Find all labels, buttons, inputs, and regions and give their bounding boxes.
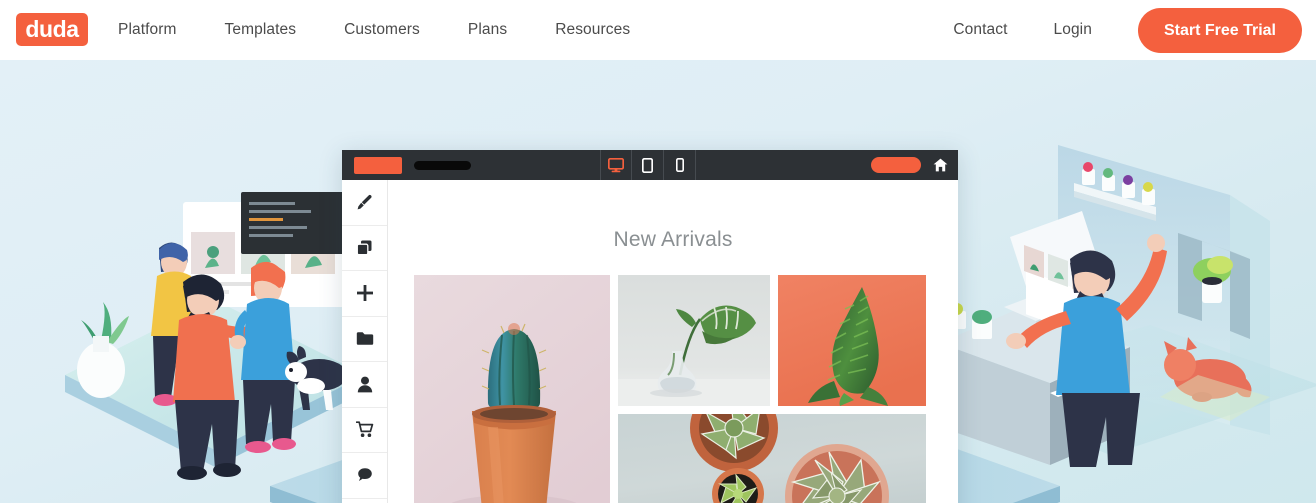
editor-sidebar — [342, 180, 388, 503]
tablet-icon — [642, 157, 653, 173]
nav-item-login[interactable]: Login — [1054, 21, 1092, 39]
product-image-grid — [414, 275, 926, 503]
page-root: duda Platform Templates Customers Plans … — [0, 0, 1316, 503]
secondary-navigation: Contact Login Start Free Trial — [953, 0, 1302, 60]
nav-item-contact[interactable]: Contact — [953, 21, 1007, 39]
person-icon — [357, 376, 372, 393]
site-header: duda Platform Templates Customers Plans … — [0, 0, 1316, 60]
editor-toolbar-right — [871, 150, 948, 180]
editor-publish-button[interactable] — [871, 157, 921, 173]
sidebar-item-settings[interactable] — [342, 499, 387, 503]
primary-navigation: Platform Templates Customers Plans Resou… — [118, 0, 678, 60]
canvas-section-title: New Arrivals — [613, 228, 733, 251]
sidebar-item-pages[interactable] — [342, 226, 387, 271]
nav-item-plans[interactable]: Plans — [468, 21, 507, 39]
layers-icon — [356, 240, 372, 256]
sidebar-item-add[interactable] — [342, 271, 387, 317]
editor-toolbar — [342, 150, 958, 180]
product-tile-succulents-top-view[interactable] — [618, 414, 926, 503]
chat-icon — [357, 468, 372, 482]
folder-icon — [356, 332, 373, 346]
cart-icon — [355, 421, 373, 438]
home-icon[interactable] — [933, 158, 948, 172]
brush-icon — [357, 194, 372, 210]
device-preview-switcher — [600, 150, 696, 180]
plus-icon — [356, 285, 373, 302]
nav-item-platform[interactable]: Platform — [118, 21, 177, 39]
nav-item-resources[interactable]: Resources — [555, 21, 630, 39]
duda-logo[interactable]: duda — [16, 13, 88, 46]
sidebar-item-comments[interactable] — [342, 453, 387, 499]
nav-item-templates[interactable]: Templates — [225, 21, 297, 39]
sidebar-item-store[interactable] — [342, 408, 387, 453]
mobile-icon — [675, 158, 684, 172]
sidebar-item-members[interactable] — [342, 362, 387, 408]
device-desktop-button[interactable] — [600, 150, 632, 180]
desktop-icon — [608, 157, 624, 172]
device-tablet-button[interactable] — [632, 150, 664, 180]
sidebar-item-design[interactable] — [342, 180, 387, 226]
product-tile-monstera-vase[interactable] — [618, 275, 770, 406]
editor-canvas: New Arrivals — [388, 180, 958, 503]
device-mobile-button[interactable] — [664, 150, 696, 180]
sidebar-item-files[interactable] — [342, 317, 387, 362]
product-tile-potted-cactus[interactable] — [414, 275, 610, 503]
product-tile-plant-on-coral[interactable] — [778, 275, 926, 406]
editor-body: New Arrivals — [342, 180, 958, 503]
nav-item-customers[interactable]: Customers — [344, 21, 420, 39]
website-editor-mockup: New Arrivals — [342, 150, 958, 503]
hero-section: New Arrivals — [0, 60, 1316, 503]
editor-primary-action-button[interactable] — [354, 156, 402, 174]
editor-site-name-placeholder — [414, 160, 471, 170]
start-free-trial-button[interactable]: Start Free Trial — [1137, 7, 1302, 53]
